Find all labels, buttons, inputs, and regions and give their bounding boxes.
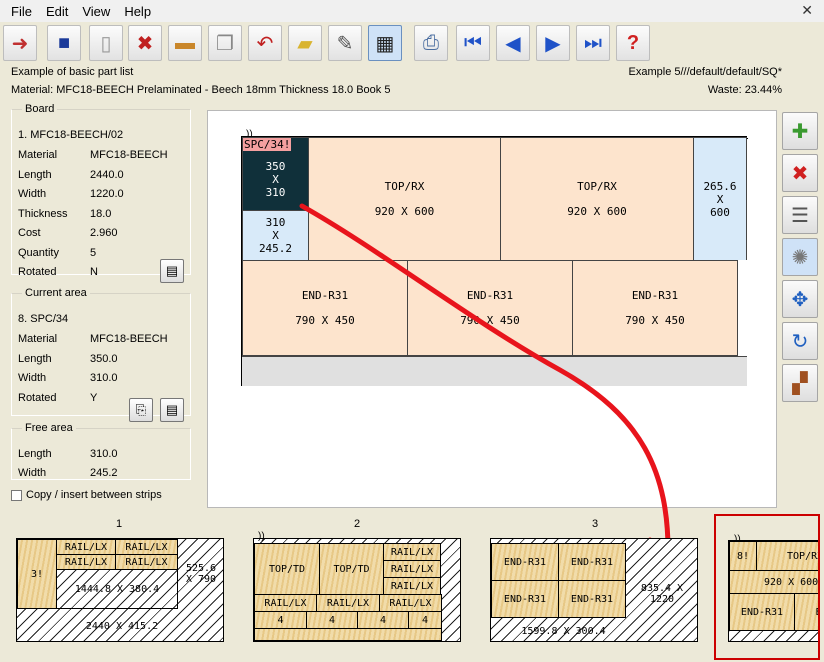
thumb-part: RAIL/LX xyxy=(115,539,178,555)
thumb-part: TOP/TD xyxy=(319,543,384,595)
thumb-free: 835.4 X 1220 xyxy=(640,583,684,605)
thumb-part: 3! xyxy=(17,539,57,609)
drop-target-strip[interactable]: )) 8! TOP/RX 920 X 600 END-R31 EN xyxy=(714,514,820,660)
thumb-part: TOP/TD xyxy=(254,543,320,595)
strip-thumbnail-4[interactable]: 8! TOP/RX 920 X 600 END-R31 EN xyxy=(728,540,818,642)
thumb-part: RAIL/LX xyxy=(115,554,178,570)
thumb-part: RAIL/LX xyxy=(383,577,441,595)
thumb-part: END-R31 xyxy=(729,593,795,631)
saw-icon[interactable]: ✺ xyxy=(782,238,818,276)
strip-thumbnail-2[interactable]: )) TOP/TD TOP/TD RAIL/LX RAIL/LX RAIL/LX… xyxy=(253,531,461,642)
thumb-part: RAIL/LX xyxy=(56,539,116,555)
strip-number: 1 xyxy=(116,518,123,530)
arrow-stroke xyxy=(299,203,671,563)
thumb-part: RAIL/LX xyxy=(56,554,116,570)
thumb-part: EN xyxy=(794,593,818,631)
thumb-part: RAIL/LX xyxy=(316,594,380,612)
remove-part-icon[interactable]: ✖ xyxy=(782,154,818,192)
thumb-part: 8! xyxy=(729,541,757,571)
strip-number: 3 xyxy=(592,518,599,530)
thumb-part: 4 xyxy=(254,611,307,629)
place-part-icon[interactable]: ▞ xyxy=(782,364,818,402)
thumb-part: END-R31 xyxy=(491,543,559,581)
thumb-part: RAIL/LX xyxy=(254,594,317,612)
strip-thumbnail-3[interactable]: END-R31 END-R31 END-R31 END-R31 835.4 X … xyxy=(490,538,698,642)
thumb-part: RAIL/LX xyxy=(379,594,442,612)
thumb-part: END-R31 xyxy=(558,543,626,581)
thumb-part: 4 xyxy=(408,611,442,629)
move-icon[interactable]: ✥ xyxy=(782,280,818,318)
rotate-icon[interactable]: ↻ xyxy=(782,322,818,360)
thumb-part: RAIL/LX xyxy=(383,543,441,561)
thumb-part: END-R31 xyxy=(491,580,559,618)
thumb-free: 2440 X 415.2 xyxy=(85,620,159,632)
thumb-free: 525.6 X 790 xyxy=(185,563,217,585)
strip-number: 2 xyxy=(354,518,361,530)
thumb-part: END-R31 xyxy=(558,580,626,618)
thumb-part xyxy=(254,628,442,641)
strip-thumbnail-1[interactable]: 3! RAIL/LX RAIL/LX RAIL/LX RAIL/LX 1444.… xyxy=(16,538,224,642)
strip-marker: )) xyxy=(258,531,265,542)
thumb-free: 1444.8 X 380.4 xyxy=(56,569,178,609)
thumb-part: 920 X 600 xyxy=(729,570,818,594)
thumb-part: TOP/RX xyxy=(756,541,818,571)
thumb-part: 4 xyxy=(306,611,358,629)
thumb-part: RAIL/LX xyxy=(383,560,441,578)
list-icon[interactable]: ☰ xyxy=(782,196,818,234)
thumb-part: 4 xyxy=(357,611,409,629)
thumb-free: 1599.8 X 300.4 xyxy=(521,625,606,637)
add-part-icon[interactable]: ✚ xyxy=(782,112,818,150)
